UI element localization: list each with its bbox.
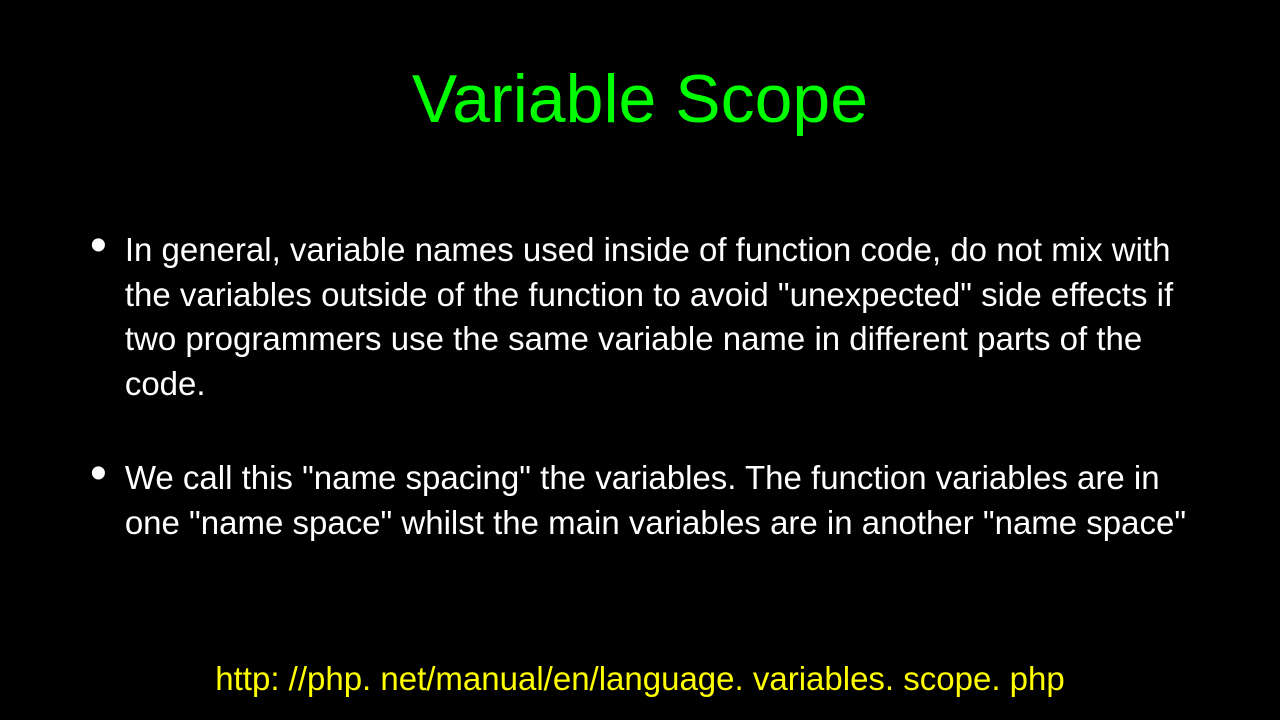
slide-content: • In general, variable names used inside…	[0, 138, 1280, 545]
reference-link: http: //php. net/manual/en/language. var…	[0, 660, 1280, 698]
bullet-item: • In general, variable names used inside…	[90, 228, 1200, 406]
bullet-item: • We call this "name spacing" the variab…	[90, 456, 1200, 545]
slide-title: Variable Scope	[0, 0, 1280, 138]
bullet-text: We call this "name spacing" the variable…	[125, 456, 1200, 545]
bullet-icon: •	[90, 450, 107, 498]
bullet-text: In general, variable names used inside o…	[125, 228, 1200, 406]
slide: Variable Scope • In general, variable na…	[0, 0, 1280, 720]
bullet-icon: •	[90, 222, 107, 270]
